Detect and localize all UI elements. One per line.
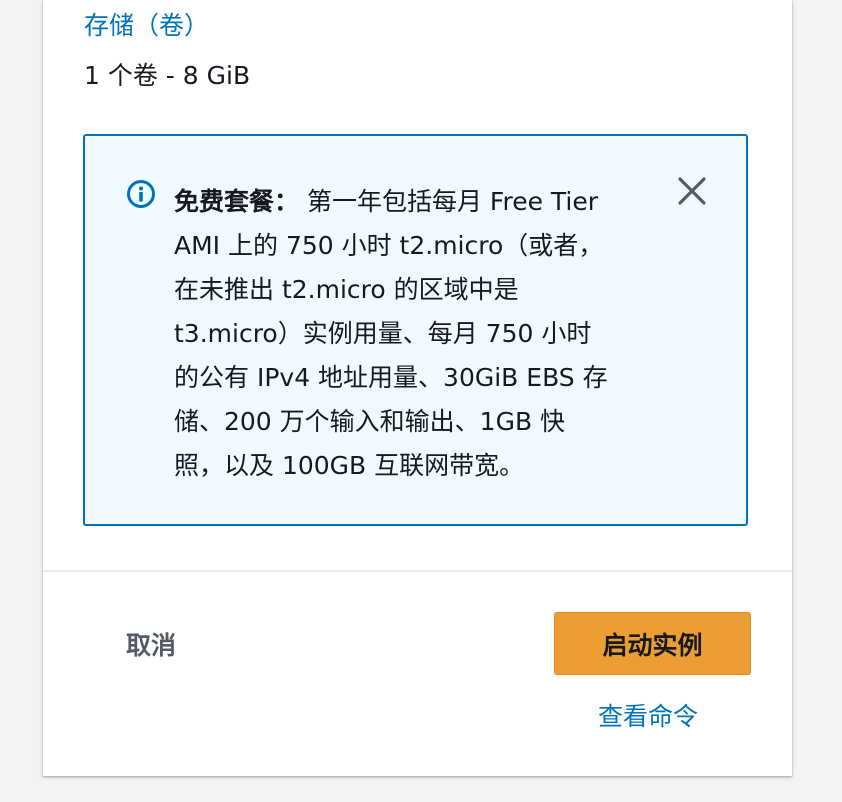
- free-tier-alert: 免费套餐： 第一年包括每月 Free Tier AMI 上的 750 小时 t2…: [83, 134, 748, 526]
- close-icon[interactable]: [675, 174, 709, 208]
- free-tier-line: 第一年包括每月 Free Tier: [299, 187, 599, 216]
- free-tier-line: 储、200 万个输入和输出、1GB 快: [174, 407, 566, 436]
- free-tier-line: AMI 上的 750 小时 t2.micro（或者，: [174, 231, 604, 260]
- storage-volumes-link[interactable]: 存储（卷）: [84, 6, 209, 42]
- info-icon: [127, 180, 155, 208]
- summary-panel: 存储（卷） 1 个卷 - 8 GiB 免费套餐： 第一年包括每月 Free Ti…: [43, 0, 792, 776]
- view-commands-link[interactable]: 查看命令: [598, 697, 698, 733]
- free-tier-line: 在未推出 t2.micro 的区域中是: [174, 275, 519, 304]
- storage-volumes-value: 1 个卷 - 8 GiB: [84, 61, 251, 90]
- free-tier-line: t3.micro）实例用量、每月 750 小时: [174, 319, 592, 348]
- free-tier-label: 免费套餐：: [174, 187, 300, 216]
- free-tier-line: 的公有 IPv4 地址用量、30GiB EBS 存: [174, 363, 608, 392]
- free-tier-message: 免费套餐： 第一年包括每月 Free Tier AMI 上的 750 小时 t2…: [174, 180, 640, 488]
- launch-instance-button[interactable]: 启动实例: [554, 612, 751, 675]
- cancel-button[interactable]: 取消: [126, 626, 176, 662]
- footer-divider: [43, 570, 792, 572]
- free-tier-line: 照，以及 100GB 互联网带宽。: [174, 451, 525, 480]
